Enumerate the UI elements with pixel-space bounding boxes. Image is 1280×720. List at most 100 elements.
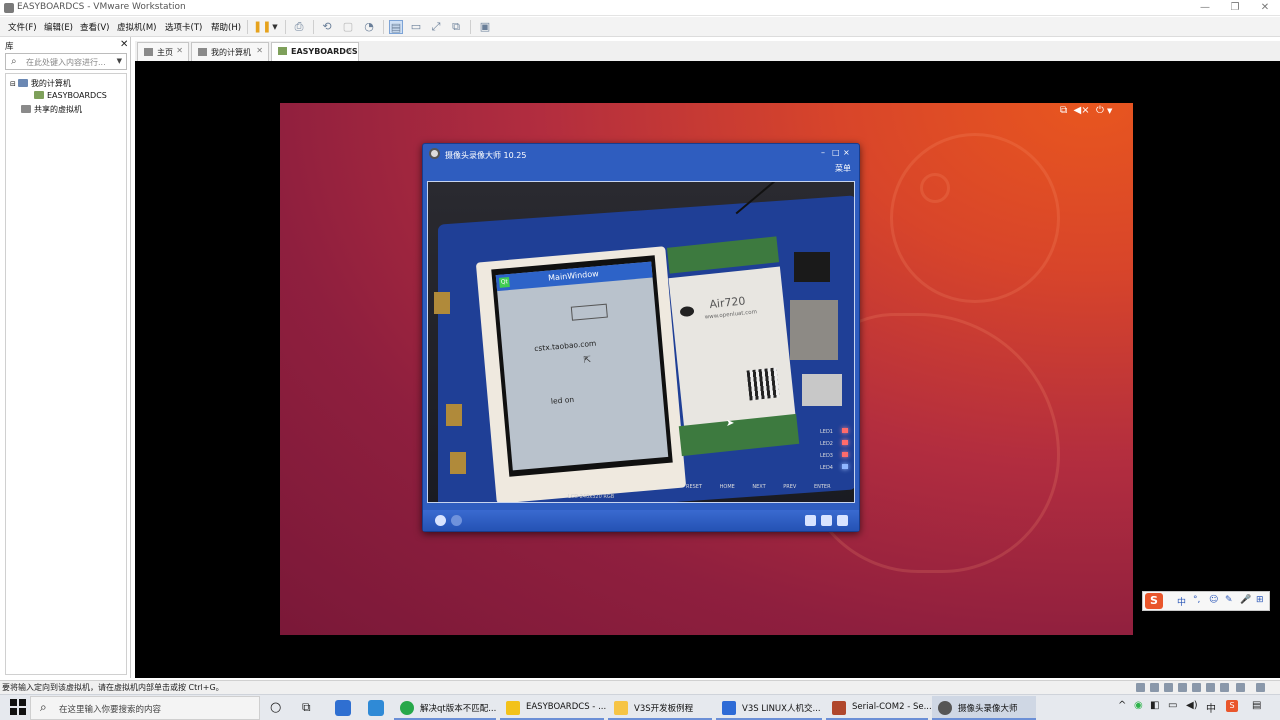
start-icon-tile [19, 699, 26, 706]
windows-start-icon[interactable] [10, 699, 26, 715]
tab-home[interactable]: 主页 ✕ [137, 42, 189, 61]
home-icon [144, 48, 153, 56]
led-label: LED1 [820, 429, 833, 435]
taskbar-app[interactable]: Serial-COM2 - Se... [826, 696, 932, 720]
tray-app-icon[interactable]: ◉ [1134, 700, 1143, 711]
luat-logo [679, 305, 695, 318]
cortana-icon[interactable]: ○ [270, 700, 281, 715]
message-icon[interactable] [1256, 683, 1265, 692]
sogou-tray-icon[interactable]: S [1226, 700, 1238, 712]
close-icon[interactable]: ✕ [256, 46, 263, 55]
taskbar-app[interactable]: V3S LINUX人机交... [716, 696, 822, 720]
cd-icon[interactable] [1150, 683, 1159, 692]
tab-bar: 主页 ✕ 我的计算机 ✕ EASYBOARDCS ✕ [135, 41, 1280, 61]
close-button[interactable]: ✕ [1250, 0, 1280, 16]
menu-tabs[interactable]: 选项卡(T) [165, 21, 202, 33]
maximize-button[interactable]: ❐ [1220, 0, 1250, 16]
library-view-icon[interactable]: ▤ [389, 20, 403, 34]
fullscreen-button[interactable] [821, 515, 832, 526]
pinned-app-icon[interactable] [368, 700, 384, 716]
tab-label: 主页 [157, 48, 173, 57]
ime-indicator[interactable]: 中 [1206, 700, 1216, 715]
menu-edit[interactable]: 编辑(E) [44, 21, 73, 33]
usb-icon[interactable] [1178, 683, 1187, 692]
hdd-icon[interactable] [1136, 683, 1145, 692]
ime-chinese-mode[interactable]: 中 [1177, 595, 1186, 608]
send-keys-icon[interactable]: ⎙ [292, 20, 306, 34]
tray-app-icon[interactable]: ◧ [1150, 700, 1159, 711]
network-icon[interactable]: ▭ [1168, 700, 1177, 711]
pinned-app-icon[interactable] [335, 700, 351, 716]
volume-icon[interactable]: ◀) [1186, 700, 1198, 711]
snapshot-button[interactable] [805, 515, 816, 526]
chevron-down-icon[interactable]: ▼ [268, 20, 282, 34]
qt-icon: Qt [499, 277, 510, 288]
menu-view[interactable]: 查看(V) [80, 21, 109, 33]
task-view-icon[interactable]: ⧉ [302, 700, 311, 715]
microphone-icon[interactable]: 🎤 [1240, 595, 1251, 605]
toolbox-icon[interactable]: ⊞ [1256, 595, 1264, 605]
led-indicator [842, 464, 848, 469]
emoji-icon[interactable]: ☺ [1209, 595, 1218, 605]
usb-port [802, 374, 842, 406]
camera-menu[interactable]: 菜单 [835, 163, 851, 174]
sogou-logo-icon[interactable]: S [1145, 593, 1163, 609]
handwriting-icon[interactable]: ✎ [1225, 595, 1233, 605]
mainwindow-title: MainWindow [547, 269, 600, 283]
chevron-down-icon[interactable]: ▼ [1107, 107, 1112, 115]
full-screen-icon[interactable]: ⤢ [429, 20, 443, 34]
toolbar-separator [247, 20, 248, 34]
record-button[interactable] [435, 515, 446, 526]
maximize-button[interactable]: □ [832, 148, 840, 157]
printer-icon[interactable] [1206, 683, 1215, 692]
unity-icon[interactable]: ⧉ [449, 20, 463, 34]
vm-icon [278, 47, 287, 55]
chevron-up-icon[interactable]: ^ [1118, 700, 1126, 711]
library-search-input[interactable]: ⌕ 在此处键入内容进行... ▼ [5, 53, 127, 70]
menu-help[interactable]: 帮助(H) [211, 21, 241, 33]
button-label: HOME [719, 484, 735, 490]
network-adapter-icon[interactable] [1164, 683, 1173, 692]
close-icon[interactable]: ✕ [346, 46, 353, 55]
settings-gear-icon[interactable] [837, 515, 848, 526]
taskbar-search-box[interactable]: ⌕ 在这里输入你要搜索的内容 [30, 696, 260, 720]
taskbar-app[interactable]: 摄像头录像大师 [932, 696, 1036, 720]
collapse-icon[interactable]: ⊟ [10, 80, 16, 88]
camera-device-icon[interactable] [1220, 683, 1229, 692]
menu-file[interactable]: 文件(F) [8, 21, 37, 33]
stop-button[interactable] [451, 515, 462, 526]
taskbar-app[interactable]: V3S开发板例程 [608, 696, 712, 720]
computer-icon [17, 79, 28, 87]
menu-vm[interactable]: 虚拟机(M) [117, 21, 156, 33]
display-icon[interactable] [1236, 683, 1245, 692]
minimize-button[interactable]: – [821, 148, 825, 157]
tab-easyboardcs[interactable]: EASYBOARDCS ✕ [271, 42, 359, 61]
snapshot-manager-icon[interactable]: ◔ [362, 20, 376, 34]
close-button[interactable]: × [843, 148, 850, 157]
close-icon[interactable]: ✕ [120, 39, 128, 50]
taskbar-app-label: V3S开发板例程 [634, 704, 694, 714]
tree-item-shared[interactable]: 共享的虚拟机 [21, 104, 82, 115]
ime-punctuation[interactable]: °, [1193, 595, 1200, 605]
tree-item-vm[interactable]: EASYBOARDCS [34, 91, 107, 100]
taskbar-app[interactable]: 解决qt版本不匹配... [394, 696, 496, 720]
snapshot-icon[interactable]: ⟲ [320, 20, 334, 34]
volume-icon[interactable]: ◀× [1074, 105, 1090, 116]
stretch-icon[interactable]: ▣ [478, 20, 492, 34]
camera-window[interactable]: 摄像头录像大师 10.25 – □ × 菜单 Qt MainWindow cst… [422, 143, 860, 532]
chevron-down-icon[interactable]: ▼ [117, 57, 122, 65]
close-icon[interactable]: ✕ [176, 46, 183, 55]
sound-icon[interactable] [1192, 683, 1201, 692]
notifications-icon[interactable]: ▤ [1252, 700, 1261, 711]
tab-my-computer[interactable]: 我的计算机 ✕ [191, 42, 269, 61]
tree-item-my-computer[interactable]: ⊟ 我的计算机 [10, 78, 71, 89]
pause-icon[interactable]: ❚❚ [253, 20, 271, 34]
power-icon[interactable]: ⏻ [1096, 105, 1104, 116]
taskbar-app[interactable]: EASYBOARDCS - ... [500, 696, 606, 720]
network-icon[interactable]: ⧉ [1060, 105, 1067, 116]
vmware-icon [506, 701, 520, 715]
revert-snapshot-icon[interactable]: ▢ [341, 20, 355, 34]
usb-connector [450, 452, 466, 474]
console-view-icon[interactable]: ▭ [409, 20, 423, 34]
minimize-button[interactable]: — [1190, 0, 1220, 16]
